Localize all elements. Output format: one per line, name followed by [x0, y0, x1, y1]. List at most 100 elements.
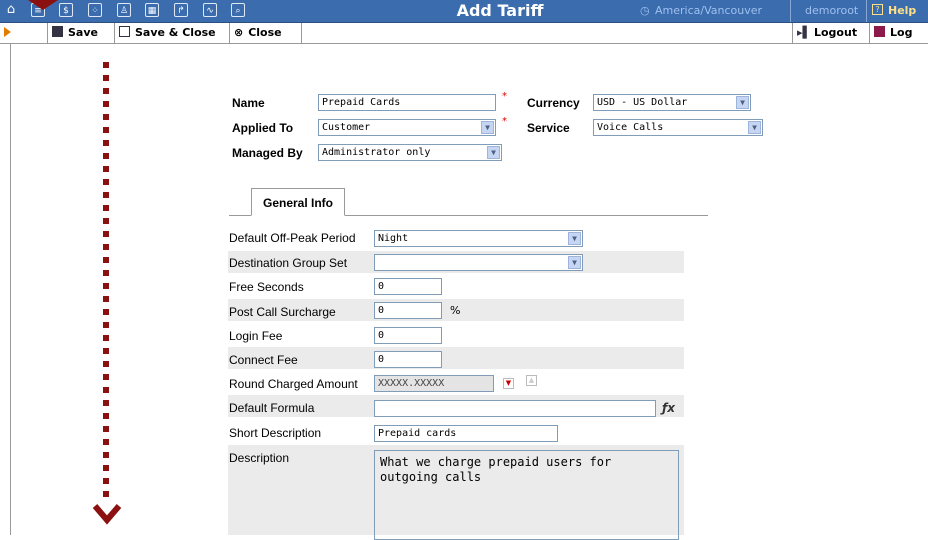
annotation-dot	[103, 283, 109, 289]
floppy-icon	[52, 26, 63, 37]
shortdesc-input[interactable]: Prepaid cards	[374, 425, 558, 442]
grid-icon[interactable]: ▦	[145, 3, 159, 17]
chevron-down-icon: ▼	[736, 96, 749, 109]
chevron-down-icon: ▼	[481, 121, 494, 134]
managed-by-select[interactable]: Administrator only ▼	[318, 144, 502, 161]
annotation-dot	[103, 179, 109, 185]
service-select[interactable]: Voice Calls ▼	[593, 119, 763, 136]
annotation-dot	[103, 452, 109, 458]
required-mark: *	[502, 116, 507, 127]
annotation-dot	[103, 153, 109, 159]
log-icon	[874, 26, 885, 37]
annotation-dot	[103, 335, 109, 341]
network-icon[interactable]: ⁘	[88, 3, 102, 17]
clock-icon: ◷	[640, 4, 650, 17]
annotation-dot	[103, 348, 109, 354]
save-close-button[interactable]: Save & Close	[115, 23, 230, 43]
annotation-dot	[103, 413, 109, 419]
expand-arrow-icon	[4, 27, 11, 37]
annotation-dot	[103, 478, 109, 484]
annotation-dot	[103, 361, 109, 367]
home-icon[interactable]: ⌂	[4, 3, 18, 17]
round-down-icon[interactable]: ▼	[503, 378, 514, 389]
log-button[interactable]: Log	[870, 23, 928, 43]
connectfee-input[interactable]: 0	[374, 351, 442, 368]
round-label: Round Charged Amount	[229, 377, 358, 391]
formula-input[interactable]	[374, 400, 656, 417]
save-button[interactable]: Save	[48, 23, 115, 43]
loginfee-input[interactable]: 0	[374, 327, 442, 344]
annotation-dot	[103, 400, 109, 406]
required-mark: *	[502, 91, 507, 102]
applied-to-select[interactable]: Customer ▼	[318, 119, 496, 136]
annotation-top-arrow	[28, 0, 58, 10]
loginfee-label: Login Fee	[229, 329, 283, 343]
annotation-dot	[103, 192, 109, 198]
connectfee-label: Connect Fee	[229, 353, 298, 367]
formula-wizard-icon[interactable]: ƒx	[662, 401, 680, 418]
service-label: Service	[527, 121, 570, 135]
chart-icon[interactable]: ∿	[203, 3, 217, 17]
name-input[interactable]: Prepaid Cards	[318, 94, 496, 111]
annotation-dot	[103, 205, 109, 211]
name-label: Name	[232, 96, 265, 110]
round-up-icon[interactable]: ▲	[526, 375, 537, 386]
round-input[interactable]: XXXXX.XXXXX	[374, 375, 494, 392]
help-link[interactable]: Help	[888, 0, 916, 22]
header-bar: ⌂ ≡ $ ⁘ ♙ ▦ ↱ ∿ ⌕ Add Tariff ◷ America/V…	[0, 0, 928, 23]
annotation-down-chevron-icon	[92, 504, 122, 525]
currency-label: Currency	[527, 96, 580, 110]
close-button[interactable]: ⊗ Close	[230, 23, 302, 43]
chevron-down-icon: ▼	[568, 256, 581, 269]
divider	[790, 0, 791, 22]
annotation-dot	[103, 101, 109, 107]
managed-by-label: Managed By	[232, 146, 303, 160]
floppy-close-icon	[119, 26, 130, 37]
annotation-dot	[103, 374, 109, 380]
surcharge-input[interactable]: 0	[374, 302, 442, 319]
annotation-dot	[103, 140, 109, 146]
person-icon[interactable]: ♙	[117, 3, 131, 17]
destgroup-select[interactable]: ▼	[374, 254, 583, 271]
currency-select[interactable]: USD - US Dollar ▼	[593, 94, 751, 111]
help-icon[interactable]: ?	[872, 4, 883, 15]
logout-button[interactable]: ▸▌ Logout	[792, 23, 870, 43]
chevron-down-icon: ▼	[568, 232, 581, 245]
annotation-dot	[103, 465, 109, 471]
import-icon[interactable]: ↱	[174, 3, 188, 17]
annotation-dot	[103, 387, 109, 393]
toolbar: Save Save & Close ⊗ Close ▸▌ Logout Log	[0, 23, 928, 44]
annotation-dot	[103, 127, 109, 133]
annotation-dot	[103, 166, 109, 172]
annotation-dot	[103, 296, 109, 302]
annotation-dot	[103, 244, 109, 250]
user-link[interactable]: demoroot	[805, 0, 858, 22]
timezone-link[interactable]: America/Vancouver	[655, 0, 762, 22]
offpeak-select[interactable]: Night ▼	[374, 230, 583, 247]
annotation-dot	[103, 270, 109, 276]
close-icon: ⊗	[234, 26, 244, 39]
formula-label: Default Formula	[229, 401, 315, 415]
desc-label: Description	[229, 451, 290, 465]
percent-unit: %	[450, 304, 461, 317]
annotation-dot	[103, 491, 109, 497]
search-icon[interactable]: ⌕	[231, 3, 245, 17]
menu-toggle[interactable]	[0, 23, 48, 43]
annotation-dot	[103, 309, 109, 315]
description-textarea[interactable]: What we charge prepaid users for outgoin…	[374, 450, 679, 540]
tab-general-info[interactable]: General Info	[251, 188, 345, 216]
annotation-dot	[103, 257, 109, 263]
annotation-dot	[103, 75, 109, 81]
annotation-dot	[103, 322, 109, 328]
annotation-dot	[103, 114, 109, 120]
dollar-icon[interactable]: $	[59, 3, 73, 17]
applied-to-label: Applied To	[232, 121, 294, 135]
annotation-dotted-line	[103, 62, 111, 502]
chevron-down-icon: ▼	[487, 146, 500, 159]
freesec-label: Free Seconds	[229, 280, 304, 294]
annotation-dot	[103, 88, 109, 94]
freesec-input[interactable]: 0	[374, 278, 442, 295]
annotation-dot	[103, 231, 109, 237]
shortdesc-label: Short Description	[229, 426, 322, 440]
left-border	[10, 43, 11, 535]
